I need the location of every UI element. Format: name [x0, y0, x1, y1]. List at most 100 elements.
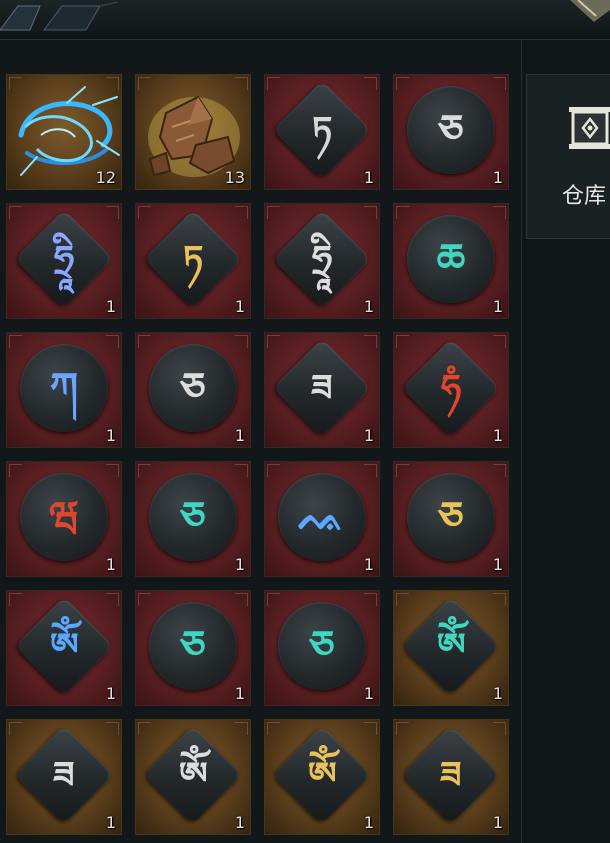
inventory-slot[interactable]: ཅ1: [135, 590, 251, 706]
rune-glyph: ཅ: [309, 622, 335, 669]
corner-ornament-icon: [570, 0, 610, 22]
item-quantity: 1: [363, 813, 374, 832]
inventory-slot[interactable]: ཅ1: [393, 461, 509, 577]
rune-glyph: ཅ: [438, 106, 464, 153]
item-quantity: 1: [363, 555, 374, 574]
inventory-slot[interactable]: ཟ1: [264, 332, 380, 448]
rune-glyph: ཅ: [180, 493, 206, 540]
rune-glyph: ཏ: [182, 237, 204, 280]
rune-circle-icon: ཅ: [149, 344, 237, 432]
rune-circle-icon: ཀ: [20, 344, 108, 432]
inventory-slot[interactable]: ᨕ1: [264, 461, 380, 577]
inventory-grid: 12 13 ཏ 1 ཅ 1 ཧྲཱི 1 ཏ 1 ཧྲཱི 1 ཆ 1 ཀ 1 ཅ 1 ཟ 1 ཧཾ 1 ཝ 1 ཅ 1 ᨕ 1 ཅ 1 ཨ…: [6, 74, 509, 835]
inventory-slot[interactable]: ཅ1: [135, 461, 251, 577]
rune-circle-icon: ᨕ: [278, 473, 366, 561]
item-quantity: 1: [492, 168, 503, 187]
rune-diamond-icon: ཟ: [14, 725, 114, 825]
rune-diamond-icon: ཨོཾ: [14, 596, 114, 696]
rune-circle-icon: ཆ: [407, 215, 495, 303]
inventory-slot[interactable]: ཨོཾ 1: [264, 719, 380, 835]
inventory-slot[interactable]: ཧཾ 1: [393, 332, 509, 448]
rune-circle-icon: ཅ: [149, 602, 237, 690]
rune-glyph: ཅ: [180, 364, 206, 411]
rune-diamond-icon: ཏ: [143, 209, 243, 309]
item-quantity: 1: [105, 555, 116, 574]
header-ornament-icon: [0, 1, 119, 31]
inventory-slot[interactable]: ཟ1: [393, 719, 509, 835]
rune-glyph: ཟ: [53, 753, 75, 796]
rune-circle-icon: ཅ: [407, 86, 495, 174]
rune-circle-icon: ཅ: [278, 602, 366, 690]
item-quantity: 1: [363, 426, 374, 445]
item-quantity: 1: [492, 426, 503, 445]
rune-glyph: ཀ: [49, 364, 79, 411]
rune-glyph: ཟ: [311, 366, 333, 409]
rune-glyph: ཟ: [440, 753, 462, 796]
inventory-slot[interactable]: ཅ1: [393, 74, 509, 190]
item-quantity: 1: [234, 813, 245, 832]
inventory-slot[interactable]: ཝ1: [6, 461, 122, 577]
inventory-slot[interactable]: ཅ1: [135, 332, 251, 448]
rune-glyph: ཏ: [311, 108, 333, 151]
rune-glyph: ཨོཾ: [307, 754, 337, 796]
item-quantity: 1: [492, 684, 503, 703]
item-quantity: 1: [234, 555, 245, 574]
rune-glyph: ཆ: [436, 235, 466, 282]
rune-diamond-icon: ཨོཾ: [272, 725, 372, 825]
item-quantity: 1: [492, 813, 503, 832]
rune-glyph: ཨོཾ: [49, 625, 79, 667]
inventory-slot[interactable]: ཅ1: [264, 590, 380, 706]
storage-tab[interactable]: [526, 74, 610, 239]
inventory-slot[interactable]: ཏ1: [135, 203, 251, 319]
rune-glyph: ཧྲཱི: [53, 237, 75, 280]
rune-glyph: ཨོཾ: [178, 754, 208, 796]
rune-diamond-icon: ཧཾ: [401, 338, 501, 438]
rune-glyph: ᨕ: [298, 493, 346, 540]
rune-glyph: ཝ: [49, 493, 79, 540]
item-quantity: 1: [105, 684, 116, 703]
rune-diamond-icon: ཏ: [272, 80, 372, 180]
inventory-slot[interactable]: ཆ1: [393, 203, 509, 319]
rune-circle-icon: ཅ: [407, 473, 495, 561]
rune-diamond-icon: ཟ: [272, 338, 372, 438]
rune-diamond-icon: ཨོཾ: [143, 725, 243, 825]
item-quantity: 1: [492, 297, 503, 316]
item-quantity: 1: [234, 297, 245, 316]
inventory-slot[interactable]: ཨོཾ 1: [135, 719, 251, 835]
rune-diamond-icon: ཨོཾ: [401, 596, 501, 696]
top-bar: [0, 0, 610, 40]
inventory-slot[interactable]: ཧྲཱི 1: [6, 203, 122, 319]
item-quantity: 1: [234, 426, 245, 445]
inventory-slot[interactable]: 12: [6, 74, 122, 190]
inventory-slot[interactable]: ཟ1: [6, 719, 122, 835]
rune-circle-icon: ཅ: [149, 473, 237, 561]
inventory-panel: 12 13 ཏ 1 ཅ 1 ཧྲཱི 1 ཏ 1 ཧྲཱི 1 ཆ 1 ཀ 1 ཅ 1 ཟ 1 ཧཾ 1 ཝ 1 ཅ 1 ᨕ 1 ཅ 1 ཨ…: [0, 40, 522, 843]
inventory-slot[interactable]: ཨོཾ 1: [6, 590, 122, 706]
item-quantity: 1: [105, 813, 116, 832]
storage-tab-label: 仓库: [562, 184, 607, 209]
inventory-slot[interactable]: ཧྲཱི 1: [264, 203, 380, 319]
item-quantity: 13: [224, 168, 245, 187]
item-quantity: 1: [105, 297, 116, 316]
item-quantity: 1: [234, 684, 245, 703]
inventory-slot[interactable]: ཏ1: [264, 74, 380, 190]
rune-glyph: ཅ: [438, 493, 464, 540]
storage-chest-icon: [569, 107, 610, 149]
rune-glyph: ཅ: [180, 622, 206, 669]
item-quantity: 1: [363, 297, 374, 316]
rune-diamond-icon: ཧྲཱི: [14, 209, 114, 309]
inventory-slot[interactable]: ཀ1: [6, 332, 122, 448]
inventory-slot[interactable]: ཨོཾ 1: [393, 590, 509, 706]
rune-diamond-icon: ཟ: [401, 725, 501, 825]
item-quantity: 1: [492, 555, 503, 574]
rune-glyph: ཨོཾ: [436, 625, 466, 667]
rune-glyph: ཧྲཱི: [311, 237, 333, 280]
item-quantity: 1: [363, 168, 374, 187]
item-quantity: 1: [105, 426, 116, 445]
rune-diamond-icon: ཧྲཱི: [272, 209, 372, 309]
rune-circle-icon: ཝ: [20, 473, 108, 561]
item-quantity: 12: [95, 168, 116, 187]
item-quantity: 1: [363, 684, 374, 703]
inventory-slot[interactable]: 13: [135, 74, 251, 190]
rune-glyph: ཧཾ: [440, 366, 462, 409]
